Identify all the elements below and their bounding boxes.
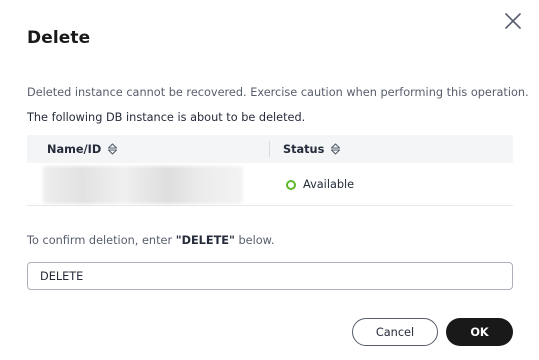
confirm-instruction: To confirm deletion, enter "DELETE" belo… [27, 234, 274, 247]
sort-icon[interactable] [107, 143, 118, 155]
instance-table: Name/ID Status Available [27, 135, 513, 206]
confirm-keyword: "DELETE" [175, 234, 235, 247]
column-header-name-id[interactable]: Name/ID [47, 135, 118, 163]
confirm-prefix: To confirm deletion, enter [27, 234, 176, 247]
ok-button[interactable]: OK [446, 318, 513, 346]
table-row: Available [27, 163, 513, 206]
table-header: Name/ID Status [27, 135, 513, 163]
confirm-suffix: below. [234, 234, 275, 247]
delete-dialog: Delete Deleted instance cannot be recove… [0, 0, 539, 360]
dialog-title: Delete [27, 28, 91, 48]
column-divider [269, 141, 270, 157]
cancel-button[interactable]: Cancel [352, 318, 438, 346]
column-header-label: Name/ID [47, 142, 102, 156]
status-available-icon [286, 179, 296, 190]
column-header-label: Status [283, 142, 325, 156]
column-header-status[interactable]: Status [283, 135, 341, 163]
instance-notice-text: The following DB instance is about to be… [27, 111, 306, 124]
close-icon[interactable] [503, 11, 523, 31]
status-label: Available [303, 178, 355, 191]
instance-status: Available [286, 178, 354, 191]
redacted-instance-name [43, 166, 243, 204]
confirm-input[interactable]: DELETE [27, 262, 513, 290]
warning-text: Deleted instance cannot be recovered. Ex… [27, 86, 529, 99]
confirm-input-value: DELETE [40, 269, 84, 283]
sort-icon[interactable] [330, 143, 341, 155]
